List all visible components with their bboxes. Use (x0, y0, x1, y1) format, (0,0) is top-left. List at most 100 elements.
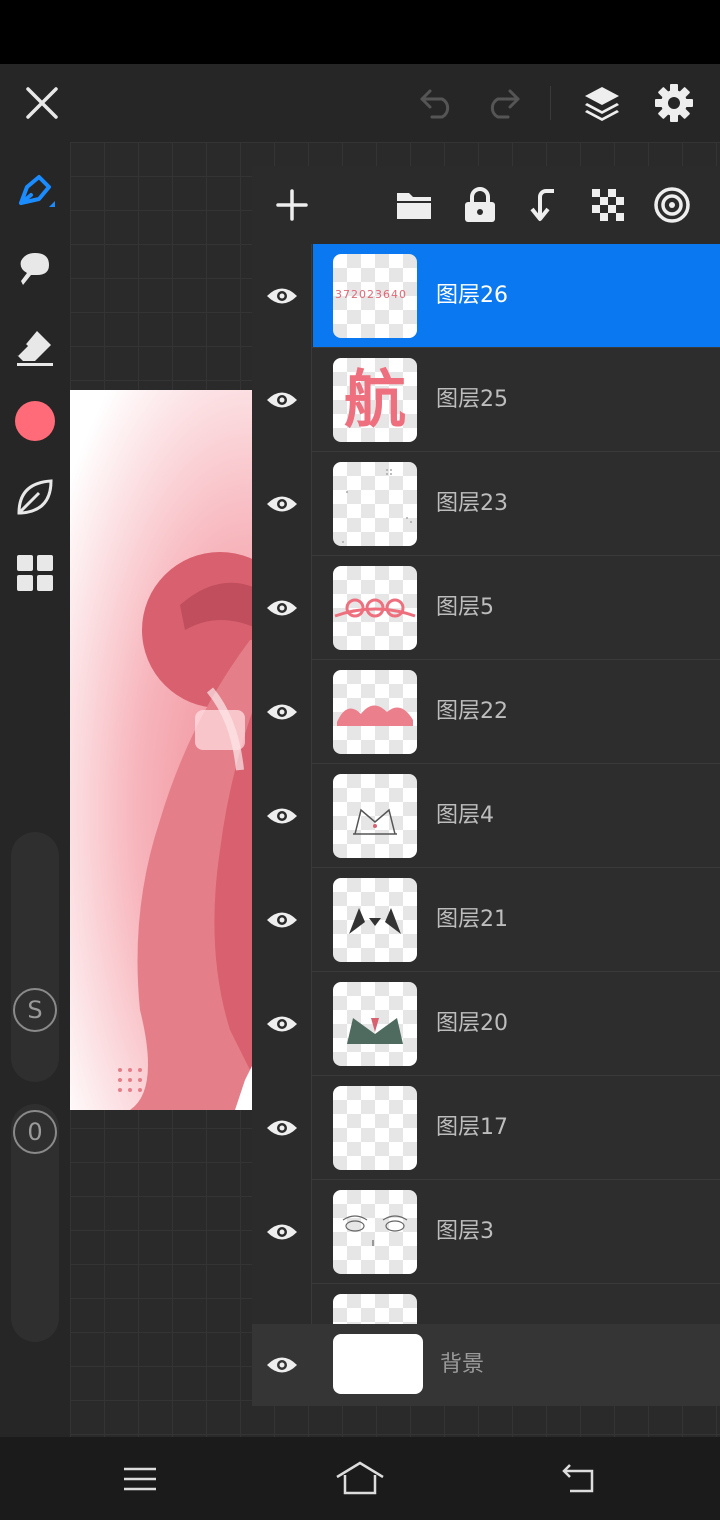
layer-row[interactable]: 图层20 (252, 972, 720, 1076)
eye-icon (266, 392, 297, 408)
folder-icon (397, 193, 431, 219)
artwork-canvas[interactable] (70, 390, 260, 1110)
layer-row-partial[interactable] (252, 1284, 720, 1324)
back-button[interactable] (520, 1437, 640, 1520)
leaf-tool[interactable] (0, 462, 70, 532)
settings-button[interactable] (644, 64, 704, 142)
layers-icon (585, 87, 619, 121)
top-toolbar (0, 64, 720, 142)
layer-name: 图层22 (436, 699, 508, 724)
eye-icon (266, 600, 297, 616)
layer-name: 图层4 (436, 803, 494, 828)
blend-mode-button[interactable] (642, 166, 702, 244)
size-label: S (27, 996, 43, 1024)
layer-body[interactable]: 图层5 (313, 556, 720, 659)
opacity-knob[interactable]: 0 (13, 1110, 57, 1154)
layer-body[interactable]: 图层17 (313, 1076, 720, 1179)
layer-body[interactable]: 图层20 (313, 972, 720, 1075)
checkerboard-icon (592, 189, 624, 221)
background-layer-row[interactable]: 背景 (252, 1324, 720, 1406)
layer-body[interactable]: 航 图层25 (313, 348, 720, 451)
layer-body[interactable]: 图层21 (313, 868, 720, 971)
back-icon (562, 1463, 594, 1492)
layer-thumbnail (333, 982, 417, 1066)
layer-thumbnail (333, 878, 417, 962)
layer-row[interactable]: 航 图层25 (252, 348, 720, 452)
grid-tool[interactable] (0, 538, 70, 608)
layer-thumbnail (333, 462, 417, 546)
collar-lineart (353, 808, 397, 835)
background-layer-name: 背景 (440, 1352, 485, 1377)
visibility-toggle[interactable] (252, 244, 312, 348)
eye-icon (267, 1357, 297, 1373)
lock-icon (465, 187, 495, 222)
add-layer-button[interactable] (262, 166, 322, 244)
layer-name: 图层26 (436, 283, 508, 308)
brush-tool[interactable] (0, 156, 70, 226)
visibility-toggle[interactable] (252, 868, 312, 972)
layer-row[interactable]: 图层23 (252, 452, 720, 556)
thumb-text: 航 (343, 363, 406, 436)
eye-icon (266, 1224, 297, 1240)
redo-icon (490, 89, 520, 119)
redo-button[interactable] (472, 64, 532, 142)
smudge-tool[interactable] (0, 234, 70, 304)
lock-button[interactable] (450, 166, 510, 244)
gear-icon (655, 84, 693, 122)
visibility-toggle[interactable] (252, 764, 312, 868)
tool-panel: S 0 (0, 142, 70, 1437)
grid-icon (17, 555, 53, 591)
smudge-icon (20, 253, 49, 285)
close-button[interactable] (10, 64, 74, 142)
layer-thumbnail: 航 (333, 358, 417, 442)
layer-body[interactable] (313, 1284, 720, 1324)
background-color-swatch[interactable] (333, 1334, 423, 1394)
collar-shadow-art (349, 908, 401, 934)
visibility-toggle[interactable] (252, 1324, 312, 1406)
merge-down-button[interactable] (514, 166, 574, 244)
visibility-toggle[interactable] (252, 452, 312, 556)
visibility-toggle[interactable] (252, 1180, 312, 1284)
layer-panel-header (252, 166, 720, 244)
undo-icon (420, 89, 450, 119)
eye-icon (266, 808, 297, 824)
layer-body[interactable]: 图层23 (313, 452, 720, 555)
toolbar-divider (550, 86, 551, 120)
menu-button[interactable] (80, 1437, 200, 1520)
layer-row[interactable]: 图层4 (252, 764, 720, 868)
layer-body[interactable]: 图层4 (313, 764, 720, 867)
visibility-toggle[interactable] (252, 556, 312, 660)
transparency-lock-button[interactable] (578, 166, 638, 244)
layers-button[interactable] (572, 64, 632, 142)
eye-icon (266, 496, 297, 512)
visibility-toggle[interactable] (252, 348, 312, 452)
layer-thumbnail (333, 1086, 417, 1170)
layer-row[interactable]: 图层5 (252, 556, 720, 660)
layer-panel: 372023640 图层26 航 图层25 图层23 图层5 图层22 图层4 … (252, 166, 720, 1406)
layer-name: 图层3 (436, 1219, 494, 1244)
layer-row[interactable]: 图层21 (252, 868, 720, 972)
layer-row[interactable]: 372023640 图层26 (252, 244, 720, 348)
eraser-tool[interactable] (0, 312, 70, 382)
visibility-toggle[interactable] (252, 1076, 312, 1180)
visibility-toggle[interactable] (252, 1284, 312, 1324)
layer-body[interactable]: 图层3 (313, 1180, 720, 1283)
layer-name: 图层5 (436, 595, 494, 620)
brush-icon (19, 175, 55, 207)
layer-row[interactable]: 图层3 (252, 1180, 720, 1284)
folder-button[interactable] (384, 166, 444, 244)
visibility-toggle[interactable] (252, 660, 312, 764)
visibility-toggle[interactable] (252, 972, 312, 1076)
target-icon (654, 187, 690, 223)
layer-body[interactable]: 图层22 (313, 660, 720, 763)
layer-row[interactable]: 图层17 (252, 1076, 720, 1180)
color-picker-button[interactable] (0, 386, 70, 456)
layer-name: 图层25 (436, 387, 508, 412)
layer-row[interactable]: 图层22 (252, 660, 720, 764)
brush-size-slider[interactable] (11, 832, 59, 1082)
undo-button[interactable] (408, 64, 468, 142)
brush-size-knob[interactable]: S (13, 988, 57, 1032)
layer-body[interactable]: 372023640 图层26 (313, 244, 720, 347)
home-button[interactable] (300, 1437, 420, 1520)
merge-down-icon (530, 189, 554, 221)
